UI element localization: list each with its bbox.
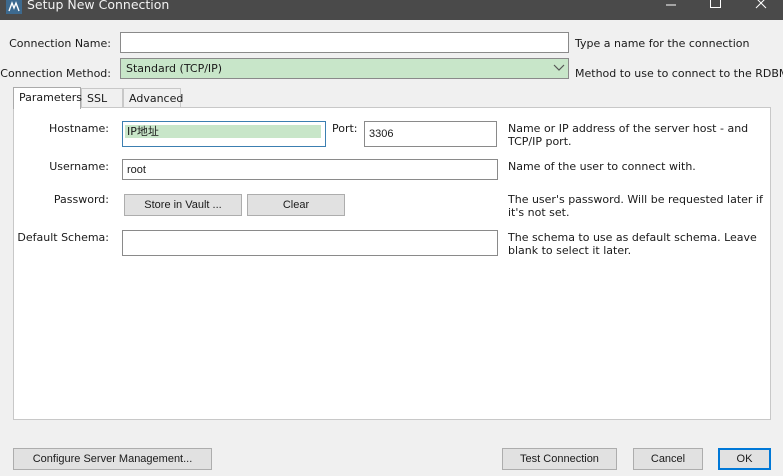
default-schema-input[interactable] xyxy=(122,230,498,256)
port-input[interactable] xyxy=(364,121,497,147)
connection-name-input[interactable] xyxy=(120,32,569,53)
default-schema-label: Default Schema: xyxy=(17,231,109,244)
configure-server-management-button[interactable]: Configure Server Management... xyxy=(13,448,212,470)
username-hint: Name of the user to connect with. xyxy=(508,160,696,173)
password-hint: The user's password. Will be requested l… xyxy=(508,193,763,219)
tab-advanced[interactable]: Advanced xyxy=(123,88,183,108)
ok-button[interactable]: OK xyxy=(718,448,771,470)
connection-name-label: Connection Name: xyxy=(9,37,111,50)
clear-password-button[interactable]: Clear xyxy=(247,194,345,216)
tab-ssl[interactable]: SSL xyxy=(81,88,123,108)
close-button[interactable] xyxy=(738,0,783,12)
port-label: Port: xyxy=(332,122,358,135)
maximize-icon xyxy=(710,0,721,8)
tab-parameters[interactable]: Parameters xyxy=(13,87,82,109)
parameters-panel xyxy=(13,107,771,420)
cancel-button[interactable]: Cancel xyxy=(633,448,703,470)
chevron-down-icon xyxy=(553,64,565,71)
username-label: Username: xyxy=(49,160,109,173)
window-title: Setup New Connection xyxy=(27,0,170,12)
mysql-workbench-icon xyxy=(6,0,22,14)
username-input[interactable] xyxy=(122,159,498,180)
hostname-input[interactable]: IP地址 xyxy=(122,121,326,147)
connection-method-label: Connection Method: xyxy=(0,67,111,80)
hostname-value: IP地址 xyxy=(127,125,159,138)
connection-method-select[interactable]: Standard (TCP/IP) xyxy=(120,58,569,79)
password-label: Password: xyxy=(53,193,109,206)
hostname-hint: Name or IP address of the server host - … xyxy=(508,122,749,148)
minimize-button[interactable] xyxy=(648,0,694,12)
store-in-vault-button[interactable]: Store in Vault ... xyxy=(124,194,242,216)
minimize-icon xyxy=(666,4,676,6)
hostname-label: Hostname: xyxy=(49,122,109,135)
connection-method-hint: Method to use to connect to the RDBMS xyxy=(575,67,783,80)
connection-method-value: Standard (TCP/IP) xyxy=(126,62,223,75)
default-schema-hint: The schema to use as default schema. Lea… xyxy=(508,231,757,257)
maximize-button[interactable] xyxy=(692,0,738,12)
title-bar: Setup New Connection xyxy=(0,0,783,20)
connection-name-hint: Type a name for the connection xyxy=(575,37,750,50)
test-connection-button[interactable]: Test Connection xyxy=(502,448,617,470)
close-icon xyxy=(755,0,767,9)
